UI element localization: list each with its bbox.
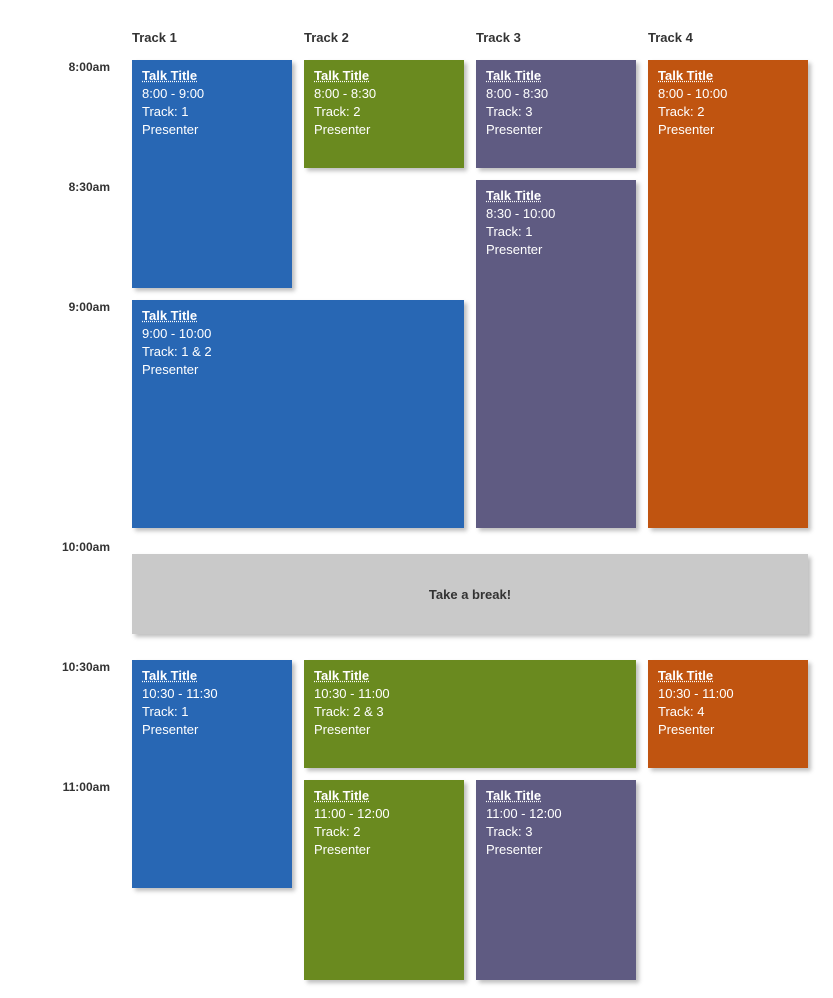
schedule-grid: Track 1 Track 2 Track 3 Track 4 8:00am 8… — [0, 0, 833, 998]
event-time: 8:00 - 8:30 — [314, 86, 454, 101]
event-track: Track: 1 — [486, 224, 626, 239]
event-time: 8:00 - 9:00 — [142, 86, 282, 101]
event-card[interactable]: Talk Title 10:30 - 11:30 Track: 1 Presen… — [132, 660, 292, 888]
event-time: 10:30 - 11:30 — [142, 686, 282, 701]
track-header-1: Track 1 — [132, 30, 177, 45]
time-label-1100: 11:00am — [40, 780, 110, 794]
event-track: Track: 4 — [658, 704, 798, 719]
break-block: Take a break! — [132, 554, 808, 634]
event-presenter: Presenter — [142, 122, 282, 137]
event-title[interactable]: Talk Title — [658, 68, 798, 83]
event-title[interactable]: Talk Title — [314, 668, 626, 683]
event-card[interactable]: Talk Title 9:00 - 10:00 Track: 1 & 2 Pre… — [132, 300, 464, 528]
event-time: 9:00 - 10:00 — [142, 326, 454, 341]
event-title[interactable]: Talk Title — [486, 788, 626, 803]
event-title[interactable]: Talk Title — [142, 68, 282, 83]
event-title[interactable]: Talk Title — [314, 68, 454, 83]
event-card[interactable]: Talk Title 11:00 - 12:00 Track: 3 Presen… — [476, 780, 636, 980]
event-title[interactable]: Talk Title — [314, 788, 454, 803]
event-time: 8:00 - 8:30 — [486, 86, 626, 101]
track-header-3: Track 3 — [476, 30, 521, 45]
track-header-4: Track 4 — [648, 30, 693, 45]
time-label-830: 8:30am — [40, 180, 110, 194]
event-title[interactable]: Talk Title — [658, 668, 798, 683]
event-card[interactable]: Talk Title 11:00 - 12:00 Track: 2 Presen… — [304, 780, 464, 980]
event-presenter: Presenter — [314, 842, 454, 857]
event-track: Track: 3 — [486, 824, 626, 839]
event-card[interactable]: Talk Title 8:00 - 10:00 Track: 2 Present… — [648, 60, 808, 528]
event-time: 8:30 - 10:00 — [486, 206, 626, 221]
event-time: 11:00 - 12:00 — [314, 806, 454, 821]
event-presenter: Presenter — [486, 242, 626, 257]
event-title[interactable]: Talk Title — [486, 188, 626, 203]
event-card[interactable]: Talk Title 10:30 - 11:00 Track: 2 & 3 Pr… — [304, 660, 636, 768]
event-title[interactable]: Talk Title — [142, 668, 282, 683]
event-title[interactable]: Talk Title — [486, 68, 626, 83]
event-track: Track: 2 — [314, 104, 454, 119]
time-label-800: 8:00am — [40, 60, 110, 74]
track-header-2: Track 2 — [304, 30, 349, 45]
event-track: Track: 2 & 3 — [314, 704, 626, 719]
event-time: 10:30 - 11:00 — [314, 686, 626, 701]
event-track: Track: 1 — [142, 704, 282, 719]
time-label-1030: 10:30am — [40, 660, 110, 674]
event-card[interactable]: Talk Title 10:30 - 11:00 Track: 4 Presen… — [648, 660, 808, 768]
event-presenter: Presenter — [314, 722, 626, 737]
event-time: 11:00 - 12:00 — [486, 806, 626, 821]
event-title[interactable]: Talk Title — [142, 308, 454, 323]
event-track: Track: 2 — [658, 104, 798, 119]
event-track: Track: 1 — [142, 104, 282, 119]
event-time: 8:00 - 10:00 — [658, 86, 798, 101]
event-card[interactable]: Talk Title 8:00 - 8:30 Track: 3 Presente… — [476, 60, 636, 168]
time-label-1000: 10:00am — [40, 540, 110, 554]
event-presenter: Presenter — [314, 122, 454, 137]
event-track: Track: 1 & 2 — [142, 344, 454, 359]
event-presenter: Presenter — [486, 842, 626, 857]
event-track: Track: 3 — [486, 104, 626, 119]
event-presenter: Presenter — [142, 362, 454, 377]
event-presenter: Presenter — [658, 122, 798, 137]
break-label: Take a break! — [429, 587, 511, 602]
event-track: Track: 2 — [314, 824, 454, 839]
event-presenter: Presenter — [142, 722, 282, 737]
time-label-900: 9:00am — [40, 300, 110, 314]
event-presenter: Presenter — [658, 722, 798, 737]
event-presenter: Presenter — [486, 122, 626, 137]
event-card[interactable]: Talk Title 8:00 - 8:30 Track: 2 Presente… — [304, 60, 464, 168]
event-time: 10:30 - 11:00 — [658, 686, 798, 701]
event-card[interactable]: Talk Title 8:30 - 10:00 Track: 1 Present… — [476, 180, 636, 528]
event-card[interactable]: Talk Title 8:00 - 9:00 Track: 1 Presente… — [132, 60, 292, 288]
